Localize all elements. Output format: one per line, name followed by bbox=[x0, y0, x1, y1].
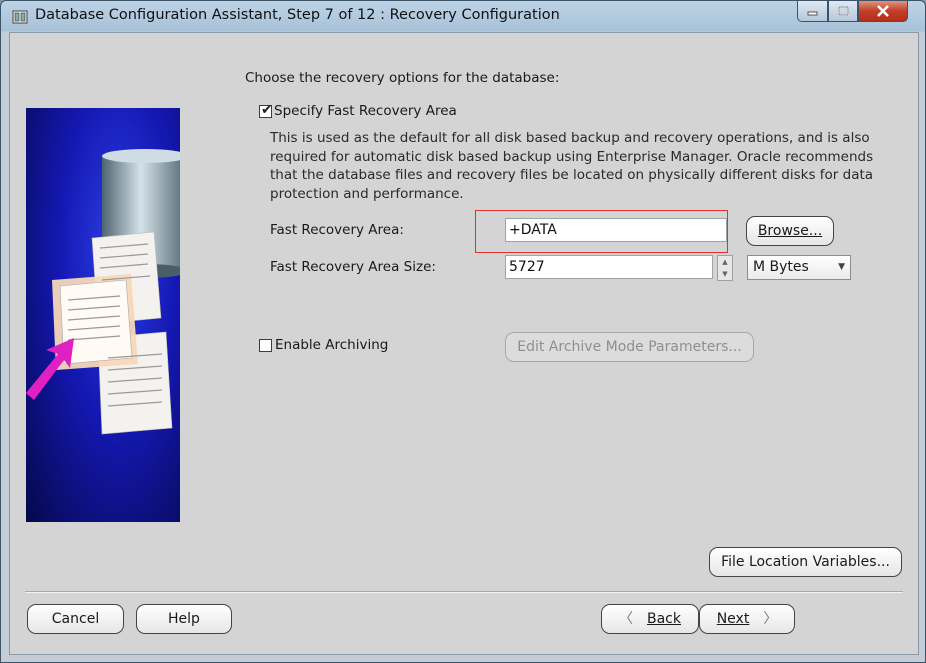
fra-size-spinner[interactable]: ▲ ▼ bbox=[717, 255, 733, 281]
recovery-options-prompt: Choose the recovery options for the data… bbox=[245, 70, 560, 86]
checkmark-icon: ✔ bbox=[261, 102, 273, 118]
close-button[interactable] bbox=[858, 1, 908, 22]
cancel-button[interactable]: Cancel bbox=[27, 604, 124, 634]
spin-down-icon[interactable]: ▼ bbox=[718, 268, 732, 280]
specify-fra-label[interactable]: Specify Fast Recovery Area bbox=[274, 103, 457, 119]
edit-archive-params-button[interactable]: Edit Archive Mode Parameters... bbox=[505, 332, 754, 362]
chevron-right-icon: 〉 bbox=[763, 611, 778, 627]
close-icon bbox=[877, 5, 889, 17]
footer-separator bbox=[25, 591, 903, 593]
title-bar: Database Configuration Assistant, Step 7… bbox=[1, 1, 925, 32]
file-location-variables-button[interactable]: File Location Variables... bbox=[709, 547, 902, 577]
dbca-window: Database Configuration Assistant, Step 7… bbox=[0, 0, 926, 663]
database-illustration bbox=[26, 108, 180, 522]
minimize-button[interactable] bbox=[797, 1, 828, 22]
fra-size-label: Fast Recovery Area Size: bbox=[270, 259, 436, 275]
fra-description: This is used as the default for all disk… bbox=[270, 130, 874, 202]
maximize-button[interactable] bbox=[828, 1, 858, 22]
browse-button[interactable]: Browse... bbox=[746, 216, 834, 246]
maximize-icon bbox=[837, 6, 849, 16]
next-button[interactable]: Next 〉 bbox=[699, 604, 795, 634]
enable-archiving-label[interactable]: Enable Archiving bbox=[275, 337, 388, 353]
window-title: Database Configuration Assistant, Step 7… bbox=[35, 7, 560, 23]
help-button[interactable]: Help bbox=[136, 604, 232, 634]
app-icon bbox=[12, 10, 28, 24]
minimize-icon bbox=[807, 11, 818, 15]
fra-size-unit-value: M Bytes bbox=[753, 259, 809, 275]
fra-size-unit-select[interactable]: M Bytes ▼ bbox=[747, 255, 851, 280]
back-button[interactable]: 〈 Back bbox=[601, 604, 699, 634]
spin-up-icon[interactable]: ▲ bbox=[718, 256, 732, 268]
fra-size-input[interactable]: 5727 bbox=[505, 255, 713, 279]
next-button-label: Next bbox=[716, 611, 750, 627]
dialog-client: Choose the recovery options for the data… bbox=[9, 32, 919, 655]
highlight-annotation bbox=[475, 210, 728, 253]
chevron-left-icon: 〈 bbox=[619, 611, 633, 627]
database-illustration-art bbox=[26, 149, 180, 435]
fra-location-label: Fast Recovery Area: bbox=[270, 222, 404, 238]
back-button-label: Back bbox=[647, 611, 681, 627]
chevron-down-icon: ▼ bbox=[838, 262, 845, 272]
browse-button-label: Browse... bbox=[757, 223, 823, 239]
enable-archiving-checkbox[interactable] bbox=[259, 339, 272, 352]
specify-fra-checkbox[interactable]: ✔ bbox=[259, 102, 273, 118]
